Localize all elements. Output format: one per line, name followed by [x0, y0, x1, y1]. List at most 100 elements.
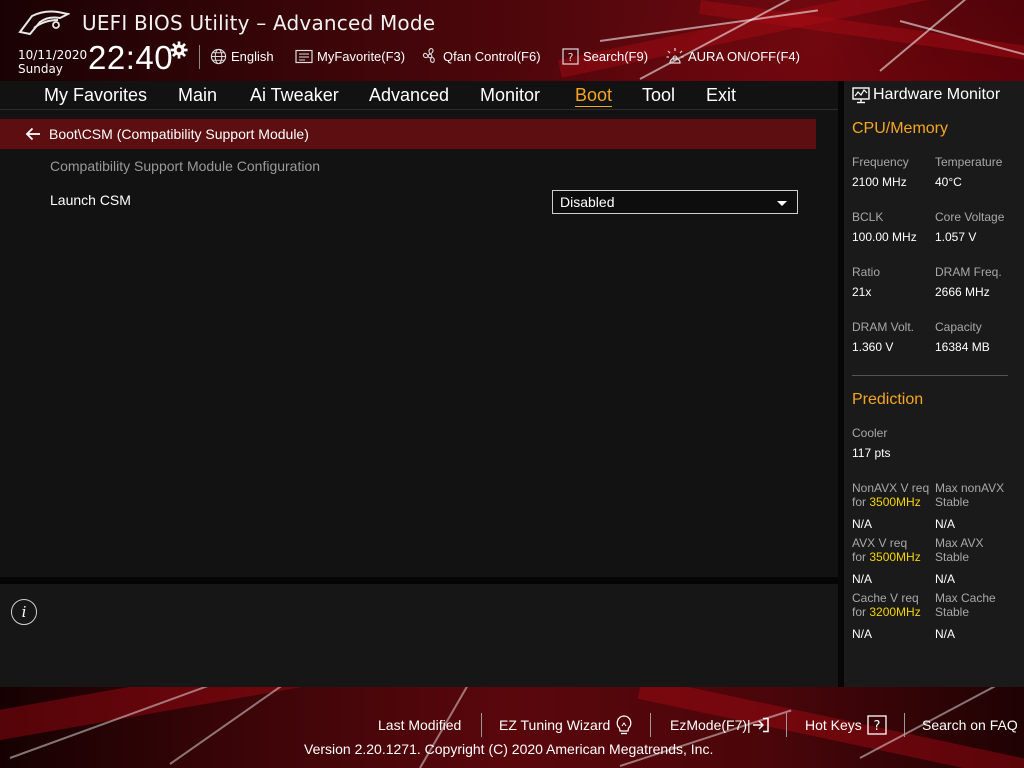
launch-csm-dropdown[interactable]: Disabled	[552, 190, 798, 214]
bclk-label: BCLK	[852, 210, 884, 224]
hot-keys-label: Hot Keys	[805, 717, 862, 733]
avx-vreq-label: AVX V req for 3500MHz	[852, 536, 921, 564]
help-key-icon: ?	[867, 715, 887, 735]
prediction-label-line: AVX V req	[852, 536, 908, 550]
tab-exit[interactable]: Exit	[706, 85, 736, 106]
header-bar: UEFI BIOS Utility – Advanced Mode 10/11/…	[0, 0, 1024, 81]
launch-csm-value: Disabled	[560, 194, 615, 210]
myfavorite-button[interactable]: MyFavorite(F3)	[295, 46, 405, 66]
ez-mode-button[interactable]: EzMode(F7)|	[670, 715, 770, 735]
ez-mode-label: EzMode(F7)|	[670, 717, 751, 733]
prediction-label-line: Stable	[935, 550, 970, 564]
ratio-value: 21x	[852, 285, 872, 299]
dram-volt-value: 1.360 V	[852, 340, 894, 354]
dram-freq-label: DRAM Freq.	[935, 265, 1002, 279]
hot-keys-button[interactable]: Hot Keys ?	[805, 715, 887, 735]
cpu-memory-heading: CPU/Memory	[852, 120, 949, 137]
search-button[interactable]: ? Search(F9)	[562, 46, 648, 66]
capacity-label: Capacity	[935, 320, 982, 334]
language-button[interactable]: English	[210, 46, 274, 66]
footer-separator	[904, 713, 905, 737]
aura-toggle-button[interactable]: AURA ON/OFF(F4)	[666, 46, 800, 66]
qfan-control-button[interactable]: Qfan Control(F6)	[421, 46, 541, 66]
copyright-text: Version 2.20.1271. Copyright (C) 2020 Am…	[304, 741, 714, 757]
prediction-label-line: Stable	[935, 605, 970, 619]
cooler-label: Cooler	[852, 426, 888, 440]
day-text: Sunday	[18, 62, 63, 76]
max-nonavx-label: Max nonAVX Stable	[935, 481, 1004, 509]
footer-separator	[650, 713, 651, 737]
prediction-label-line: Max AVX	[935, 536, 984, 550]
section-label: Compatibility Support Module Configurati…	[50, 158, 321, 174]
ez-tuning-wizard-label: EZ Tuning Wizard	[499, 717, 611, 733]
bclk-value: 100.00 MHz	[852, 230, 917, 244]
exit-arrow-icon	[752, 717, 769, 733]
main-nav: My Favorites Main Ai Tweaker Advanced Mo…	[0, 81, 838, 110]
footer-separator	[786, 713, 787, 737]
search-help-icon: ?	[562, 47, 579, 65]
qfan-control-label: Qfan Control(F6)	[443, 48, 541, 64]
tab-ai-tweaker[interactable]: Ai Tweaker	[250, 85, 339, 106]
date-display: 10/11/2020 Sunday	[18, 48, 87, 76]
nonavx-vreq-value: N/A	[852, 517, 873, 531]
content-divider	[0, 577, 838, 584]
core-voltage-value: 1.057 V	[935, 230, 977, 244]
max-avx-value: N/A	[935, 572, 956, 586]
prediction-label-line: Max nonAVX	[935, 481, 1005, 495]
lightbulb-icon	[616, 715, 632, 735]
prediction-for-text: for	[852, 550, 867, 564]
rog-logo-icon	[18, 10, 70, 36]
frequency-label: Frequency	[852, 155, 909, 169]
hardware-monitor-title: Hardware Monitor	[852, 85, 1000, 105]
tab-my-favorites[interactable]: My Favorites	[44, 85, 147, 106]
temperature-value: 40°C	[935, 175, 962, 189]
prediction-for-text: for	[852, 605, 867, 619]
prediction-label-line: for 3500MHz	[852, 550, 921, 564]
hardware-monitor-title-text: Hardware Monitor	[873, 86, 1001, 103]
monitor-icon	[852, 86, 870, 103]
tab-tool[interactable]: Tool	[642, 85, 675, 106]
app-title: UEFI BIOS Utility – Advanced Mode	[82, 11, 436, 35]
ez-tuning-wizard-button[interactable]: EZ Tuning Wizard	[499, 715, 634, 735]
last-modified-label: Last Modified	[378, 717, 462, 733]
cache-vreq-value: N/A	[852, 627, 873, 641]
launch-csm-label: Launch CSM	[50, 192, 131, 208]
prediction-label-line: NonAVX V req	[852, 481, 930, 495]
max-avx-label: Max AVX Stable	[935, 536, 983, 564]
prediction-label-line: for 3200MHz	[852, 605, 921, 619]
footer-decoration	[0, 687, 377, 747]
footer-separator	[481, 713, 482, 737]
max-nonavx-value: N/A	[935, 517, 956, 531]
max-cache-label: Max Cache Stable	[935, 591, 996, 619]
settings-gear-icon[interactable]	[170, 41, 188, 59]
search-on-faq-button[interactable]: Search on FAQ	[922, 715, 1018, 735]
fan-icon	[422, 48, 435, 63]
favorite-icon	[295, 49, 313, 63]
tab-main[interactable]: Main	[178, 85, 217, 106]
aura-icon	[666, 48, 684, 64]
back-arrow-icon[interactable]	[25, 127, 41, 141]
tab-boot[interactable]: Boot	[575, 85, 613, 107]
prediction-frequency: 3500MHz	[869, 550, 921, 564]
prediction-frequency: 3500MHz	[869, 495, 921, 509]
clock-time: 22:40	[88, 39, 174, 76]
svg-text:?: ?	[873, 719, 880, 734]
cooler-value: 117 pts	[852, 446, 891, 460]
prediction-label-line: for 3500MHz	[852, 495, 929, 509]
capacity-value: 16384 MB	[935, 340, 990, 354]
last-modified-button[interactable]: Last Modified	[378, 715, 461, 735]
main-content: Boot\CSM (Compatibility Support Module) …	[0, 110, 838, 577]
avx-vreq-value: N/A	[852, 572, 873, 586]
tab-monitor[interactable]: Monitor	[480, 85, 540, 106]
search-label: Search(F9)	[583, 48, 649, 64]
dram-volt-label: DRAM Volt.	[852, 320, 915, 334]
tab-advanced[interactable]: Advanced	[369, 85, 449, 106]
prediction-label-line: Stable	[935, 495, 970, 509]
breadcrumb[interactable]: Boot\CSM (Compatibility Support Module)	[0, 119, 816, 149]
search-on-faq-label: Search on FAQ	[922, 717, 1018, 733]
chevron-down-icon	[777, 201, 787, 206]
core-voltage-label: Core Voltage	[935, 210, 1005, 224]
prediction-for-text: for	[852, 495, 867, 509]
hardware-monitor-panel: Hardware Monitor CPU/Memory Frequency 21…	[844, 81, 1024, 687]
language-label: English	[231, 48, 274, 64]
